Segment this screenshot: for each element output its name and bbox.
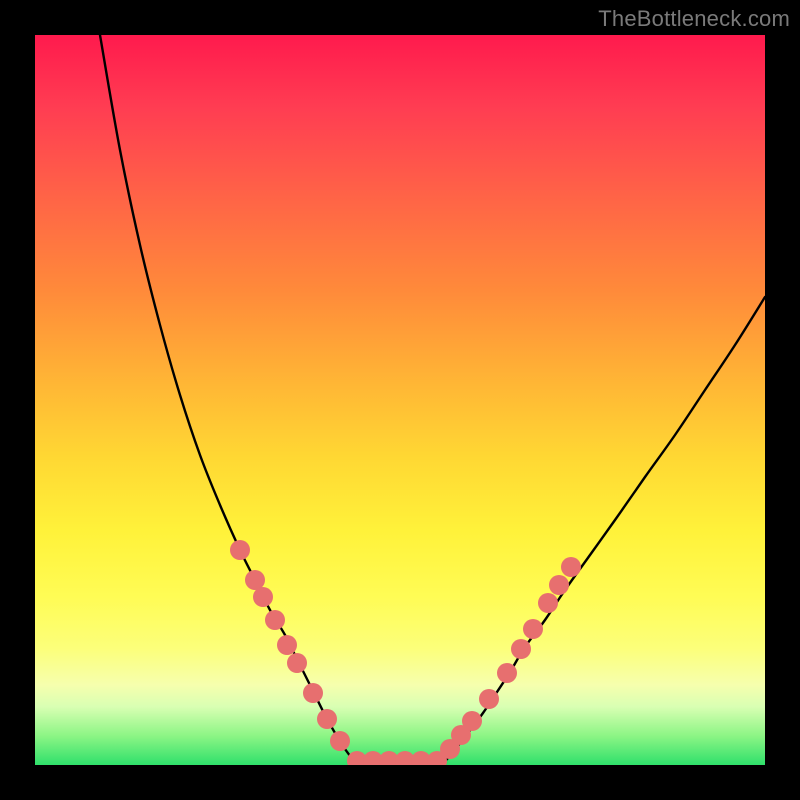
- marker-point: [317, 709, 337, 729]
- marker-point: [287, 653, 307, 673]
- marker-point: [462, 711, 482, 731]
- watermark-text: TheBottleneck.com: [598, 6, 790, 32]
- marker-point: [303, 683, 323, 703]
- marker-point: [245, 570, 265, 590]
- outer-frame: TheBottleneck.com: [0, 0, 800, 800]
- chart-svg: [35, 35, 765, 765]
- curve-layer: [100, 35, 765, 765]
- marker-point: [511, 639, 531, 659]
- marker-layer: [230, 540, 581, 765]
- marker-point: [253, 587, 273, 607]
- curve-left-curve: [100, 35, 357, 765]
- marker-point: [561, 557, 581, 577]
- marker-point: [497, 663, 517, 683]
- marker-point: [230, 540, 250, 560]
- marker-point: [479, 689, 499, 709]
- marker-point: [523, 619, 543, 639]
- marker-point: [549, 575, 569, 595]
- plot-area: [35, 35, 765, 765]
- marker-point: [330, 731, 350, 751]
- marker-point: [265, 610, 285, 630]
- marker-point: [277, 635, 297, 655]
- marker-point: [538, 593, 558, 613]
